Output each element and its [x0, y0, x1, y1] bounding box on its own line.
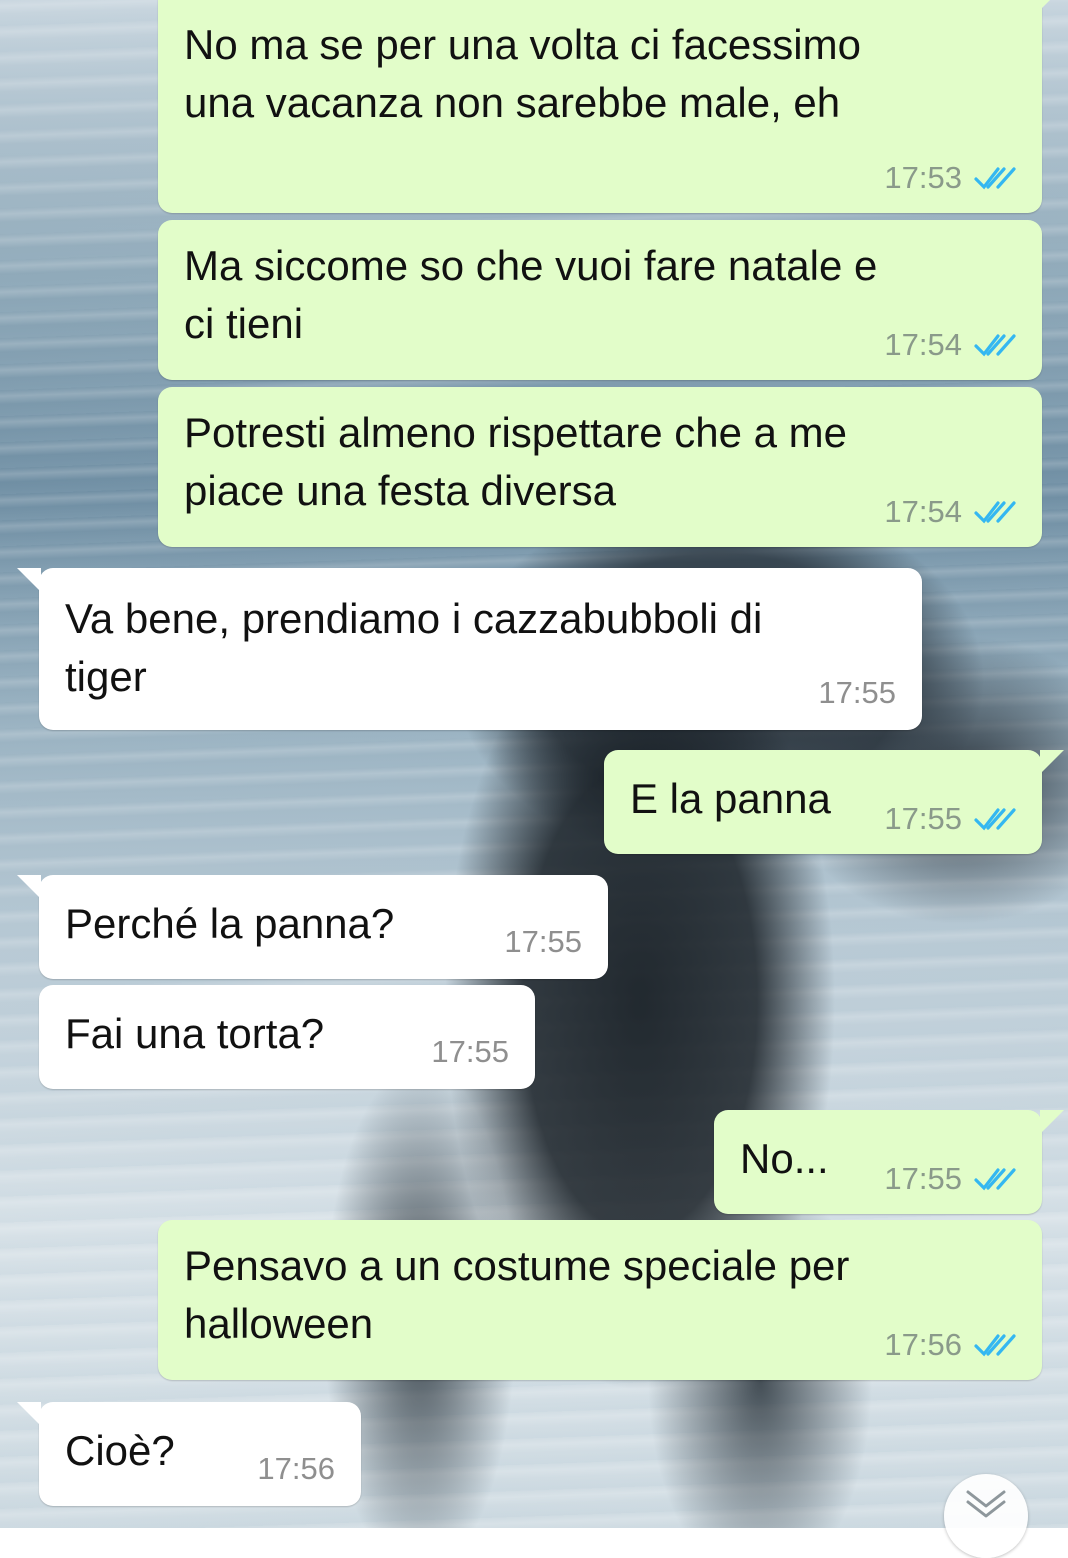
message-meta: 17:55 — [884, 1162, 1016, 1196]
message-bubble-outgoing[interactable]: Potresti almeno rispettare che a me piac… — [158, 387, 1042, 547]
message-meta: 17:54 — [884, 495, 1016, 529]
double-check-icon — [974, 1168, 1016, 1191]
message-meta: 17:55 — [818, 676, 896, 710]
bubble-tail — [17, 1402, 41, 1426]
message-text: Perché la panna? — [65, 900, 395, 947]
message-time: 17:55 — [884, 801, 962, 836]
double-check-icon — [974, 1334, 1016, 1357]
message-time: 17:54 — [884, 494, 962, 529]
double-check-icon — [974, 334, 1016, 357]
message-bubble-outgoing[interactable]: E la panna 17:55 — [604, 750, 1064, 854]
message-time: 17:54 — [884, 327, 962, 362]
message-text: Cioè? — [65, 1427, 175, 1474]
message-time: 17:55 — [431, 1034, 509, 1069]
message-time: 17:55 — [818, 675, 896, 710]
message-bubble-incoming[interactable]: Perché la panna? 17:55 — [17, 875, 608, 979]
message-text: No ma se per una volta ci facessimo una … — [184, 21, 861, 126]
message-meta: 17:54 — [884, 328, 1016, 362]
message-bubble-outgoing[interactable]: Ma siccome so che vuoi fare natale e ci … — [158, 220, 1042, 380]
scroll-to-bottom-button[interactable] — [944, 1474, 1028, 1558]
message-bubble-outgoing[interactable]: No ma se per una volta ci facessimo una … — [158, 0, 1064, 213]
message-bubble-incoming[interactable]: Fai una torta? 17:55 — [39, 985, 535, 1089]
double-check-icon — [974, 808, 1016, 831]
message-bubble-incoming[interactable]: Cioè? 17:56 — [17, 1402, 361, 1506]
message-time: 17:55 — [884, 1161, 962, 1196]
message-text: Fai una torta? — [65, 1010, 325, 1057]
bubble-tail — [1040, 0, 1064, 10]
message-text: Pensavo a un costume speciale per hallow… — [184, 1242, 850, 1347]
message-meta: 17:55 — [504, 925, 582, 959]
message-text: Potresti almeno rispettare che a me piac… — [184, 409, 847, 514]
message-text: Ma siccome so che vuoi fare natale e ci … — [184, 242, 878, 347]
message-meta: 17:55 — [431, 1035, 509, 1069]
double-check-icon — [974, 167, 1016, 190]
message-bubble-incoming[interactable]: Va bene, prendiamo i cazzabubboli di tig… — [17, 568, 922, 730]
bubble-tail — [1040, 1110, 1064, 1134]
chevron-double-down-icon — [966, 1490, 1006, 1518]
bubble-tail — [1040, 750, 1064, 774]
message-meta: 17:56 — [884, 1328, 1016, 1362]
message-time: 17:53 — [884, 160, 962, 195]
message-time: 17:56 — [884, 1327, 962, 1362]
message-text: No... — [740, 1135, 829, 1182]
double-check-icon — [974, 501, 1016, 524]
message-time: 17:55 — [504, 924, 582, 959]
message-text: Va bene, prendiamo i cazzabubboli di tig… — [65, 595, 763, 700]
message-text: E la panna — [630, 775, 831, 822]
message-bubble-outgoing[interactable]: Pensavo a un costume speciale per hallow… — [158, 1220, 1042, 1380]
message-meta: 17:55 — [884, 802, 1016, 836]
message-meta: 17:53 — [884, 161, 1016, 195]
bubble-tail — [17, 568, 41, 592]
message-meta: 17:56 — [257, 1452, 335, 1486]
message-bubble-outgoing[interactable]: No... 17:55 — [714, 1110, 1064, 1214]
message-time: 17:56 — [257, 1451, 335, 1486]
bubble-tail — [17, 875, 41, 899]
